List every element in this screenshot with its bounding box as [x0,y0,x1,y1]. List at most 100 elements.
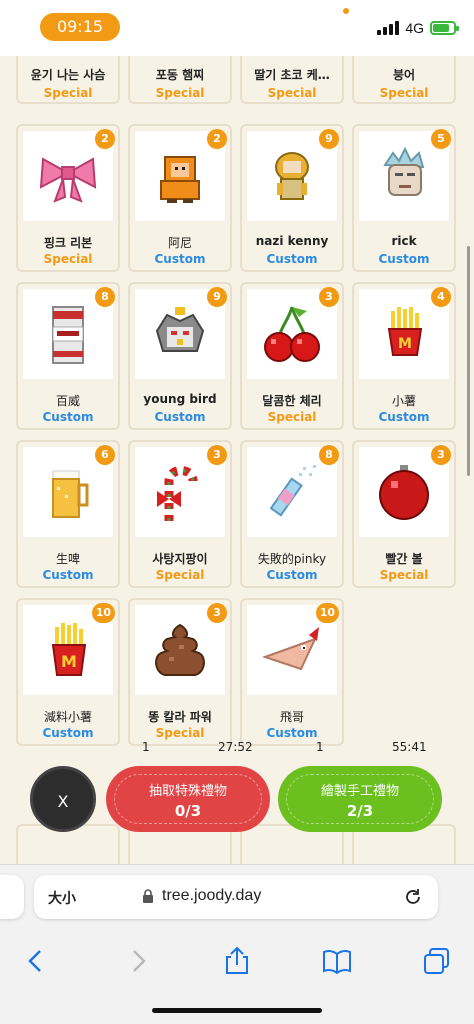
status-bar: 09:15 4G [0,0,474,56]
gift-card-nazi-kenny[interactable]: 9 nazi kenny Custom [240,124,344,272]
gift-card[interactable]: 붕어 Special [352,56,456,104]
scrollbar[interactable] [467,246,470,476]
tabs-icon[interactable] [421,945,453,977]
gift-name: nazi kenny [255,234,329,248]
gift-name: 飛哥 [279,710,304,724]
forward-icon[interactable] [122,945,154,977]
svg-text:M: M [61,652,77,671]
count-badge: 9 [207,287,227,307]
gift-tag: Special [43,252,93,266]
gift-name: 百威 [55,394,80,408]
gift-tag: Custom [378,410,430,424]
gift-name: 붕어 [392,68,416,82]
red-ornament-icon [379,465,429,520]
lock-icon [143,889,153,903]
draw-special-gift-label: 抽取特殊禮物 [148,784,227,799]
count-badge: 3 [431,445,451,465]
action-bar: X 抽取特殊禮物 0/3 繪製手工禮物 2/3 [0,760,474,836]
previous-tab-preview[interactable] [0,875,24,919]
gift-card-budweiser[interactable]: 8 百威 Custom [16,282,120,430]
gift-card-young-bird[interactable]: 9 young bird Custom [128,282,232,430]
gift-tag: Special [155,86,205,100]
gift-name: 生啤 [55,552,80,566]
gift-card-phineas[interactable]: 10 飛哥 Custom [240,598,344,746]
status-time: 09:15 [40,13,120,41]
close-button[interactable]: X [30,766,96,832]
beer-can-icon [52,306,84,364]
draw-special-gift-count: 0/3 [174,802,202,820]
phineas-head-icon [261,627,319,671]
count-badge: 6 [95,445,115,465]
gift-card-poop-power[interactable]: 3 똥 칼라 파워 Special [128,598,232,746]
gift-card-draft-beer[interactable]: 6 生啤 Custom [16,440,120,588]
custom-timer: 55:41 [392,740,427,754]
url-host: tree.joody.day [162,887,262,904]
gift-card[interactable]: 윤기 나는 사슴 Special [16,56,120,104]
gift-card-reduced-fries[interactable]: M 10 減料小薯 Custom [16,598,120,746]
count-badge: 3 [207,603,227,623]
recording-indicator [343,8,349,14]
count-badge: 4 [431,287,451,307]
gift-card-ani[interactable]: 2 阿尼 Custom [128,124,232,272]
pinky-bottle-icon [269,465,316,517]
gift-name: 핑크 리본 [43,236,93,250]
gift-tag: Special [155,568,205,582]
beer-mug-icon [52,470,89,518]
gift-name: 달콤한 체리 [262,394,322,408]
gift-tag: Custom [42,726,94,740]
candy-cane-icon [157,466,198,521]
gift-tag: Custom [154,410,206,424]
gift-card-red-ball[interactable]: 3 빨간 볼 Special [352,440,456,588]
gift-name: 減料小薯 [43,710,92,724]
fries-icon: M [387,307,423,356]
back-icon[interactable] [20,945,52,977]
gift-tag: Custom [378,252,430,266]
gift-card-candy-cane[interactable]: 3 사탕지팡이 Special [128,440,232,588]
fries-icon: M [51,623,87,676]
pink-ribbon-icon [39,157,97,203]
reload-icon[interactable] [402,886,424,908]
gift-tag: Custom [42,410,94,424]
network-type: 4G [405,20,424,36]
text-size-button[interactable]: 大小 [48,888,76,908]
gift-tag: Custom [266,726,318,740]
gift-card-failed-pinky[interactable]: 8 失敗的pinky Custom [240,440,344,588]
gift-name: 小薯 [391,394,416,408]
gift-name: 딸기 초코 케… [254,68,330,82]
gift-card-small-fries[interactable]: M 4 小薯 Custom [352,282,456,430]
bird-character-icon [155,307,205,352]
gift-tag: Special [267,410,317,424]
browser-toolbar: 大小 tree.joody.day [0,864,474,1024]
gift-tag: Custom [42,568,94,582]
gift-card-pink-ribbon[interactable]: 2 핑크 리본 Special [16,124,120,272]
count-badge: 5 [431,129,451,149]
gift-name: 포동 햄찌 [155,68,205,82]
count-badge: 2 [207,129,227,149]
draw-custom-gift-button[interactable]: 繪製手工禮物 2/3 [278,766,442,832]
count-badge: 2 [95,129,115,149]
gift-card[interactable]: 포동 햄찌 Special [128,56,232,104]
gift-card[interactable]: 딸기 초코 케… Special [240,56,344,104]
count-badge: 3 [319,287,339,307]
gift-tag: Special [155,726,205,740]
signal-icon [377,21,400,35]
gift-card-rick[interactable]: 5 rick Custom [352,124,456,272]
draw-custom-gift-count: 2/3 [346,802,374,820]
gift-tag: Special [379,86,429,100]
gift-name: rick [391,234,417,248]
gift-tag: Custom [154,252,206,266]
cherry-icon [264,306,320,362]
poop-icon [155,623,205,676]
gift-name: 失敗的pinky [257,552,327,566]
count-badge: 8 [95,287,115,307]
gift-name: 阿尼 [167,236,192,250]
svg-text:M: M [398,336,412,352]
rick-head-icon [383,146,425,196]
bookmarks-icon[interactable] [321,945,353,977]
share-icon[interactable] [221,945,253,977]
gift-tag: Special [43,86,93,100]
address-bar[interactable]: 大小 tree.joody.day [34,875,438,919]
gift-name: 똥 칼라 파워 [148,710,212,724]
gift-card-sweet-cherry[interactable]: 3 달콤한 체리 Special [240,282,344,430]
draw-special-gift-button[interactable]: 抽取特殊禮物 0/3 [106,766,270,832]
